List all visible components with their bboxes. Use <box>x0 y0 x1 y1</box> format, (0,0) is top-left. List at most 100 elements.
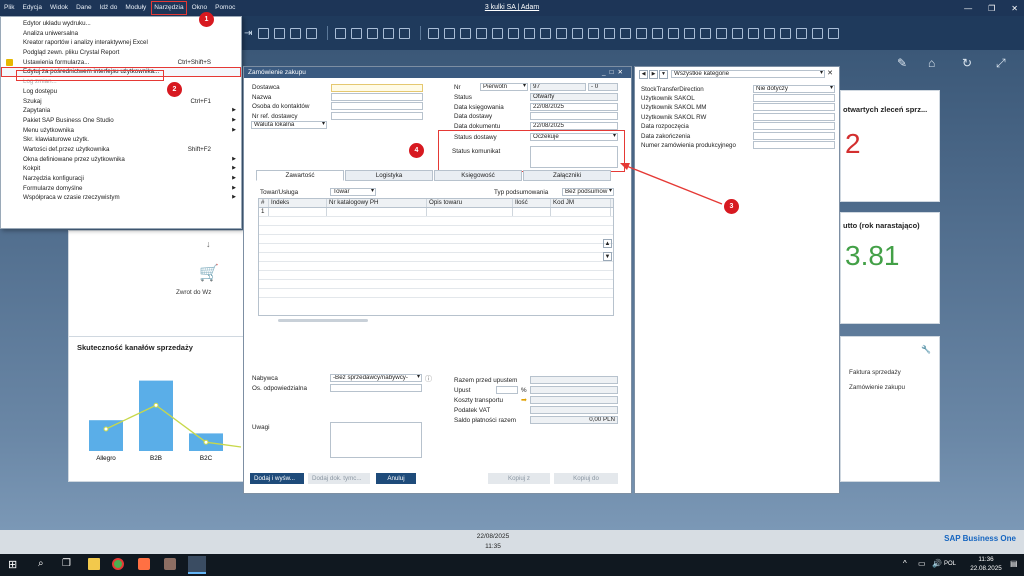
chrome-icon[interactable] <box>112 558 124 570</box>
clock-date[interactable]: 22.08.2025 <box>968 565 1004 572</box>
udf-field[interactable] <box>753 113 835 121</box>
toolbar-btn-icon[interactable] <box>508 27 520 39</box>
toolbar-btn-icon[interactable] <box>828 27 840 39</box>
toolbar-btn-icon[interactable] <box>796 27 808 39</box>
window-titlebar[interactable]: Zamówienie zakupu _□✕ <box>244 67 631 78</box>
uwagi-textarea[interactable] <box>330 422 422 458</box>
cell[interactable] <box>513 208 551 216</box>
transport-arrow-icon[interactable]: ➡ <box>521 396 527 404</box>
window-controls[interactable]: _□✕ <box>602 67 627 78</box>
toolbar-btn-icon[interactable] <box>335 27 347 39</box>
menu-item-excel-report[interactable]: Kreator raportów i analizy interaktywnej… <box>1 38 241 48</box>
item-type-select[interactable]: Towar <box>330 188 376 196</box>
clock-time[interactable]: 11:36 <box>968 556 1004 563</box>
udf-field[interactable] <box>753 94 835 102</box>
toolbar-btn-icon[interactable] <box>351 27 363 39</box>
menu-item-user-menu[interactable]: Menu użytkownika ▶ <box>1 126 241 136</box>
table-row[interactable] <box>259 226 613 235</box>
table-row[interactable] <box>259 244 613 253</box>
volume-icon[interactable]: 🔊 <box>932 559 942 568</box>
toolbar-btn-icon[interactable] <box>620 27 632 39</box>
toolbar-btn-icon[interactable] <box>748 27 760 39</box>
data-dokumentu-field[interactable]: 22/08/2025 <box>530 122 618 130</box>
toolbar-btn-icon[interactable] <box>399 27 411 39</box>
copy-to-button[interactable]: Kopiuj do <box>554 473 618 484</box>
table-row[interactable] <box>259 262 613 271</box>
add-draft-button[interactable]: Dodaj dok. tymc... <box>308 473 370 484</box>
dostawca-field[interactable] <box>331 84 423 92</box>
menu-moduly[interactable]: Moduły <box>121 0 150 16</box>
sap-taskbar-icon[interactable] <box>188 556 206 574</box>
table-row[interactable] <box>259 280 613 289</box>
menu-edycja[interactable]: Edycja <box>18 0 46 16</box>
menu-item-keyboard-shortcuts[interactable]: Skr. klawiaturowe użytk. <box>1 135 241 145</box>
windows-start-icon[interactable]: ⊞ <box>8 558 17 571</box>
col-kod-jm[interactable]: Kod JM <box>551 199 611 207</box>
toolbar-arrow-icon[interactable]: ⇥ <box>244 28 252 39</box>
toolbar-btn-icon[interactable] <box>780 27 792 39</box>
menu-item-cockpit[interactable]: Kokpit ▶ <box>1 164 241 174</box>
toolbar-btn-icon[interactable] <box>290 27 302 39</box>
app-icon[interactable] <box>164 558 176 570</box>
table-row[interactable] <box>259 289 613 298</box>
toolbar-btn-icon[interactable] <box>684 27 696 39</box>
menu-item-queries[interactable]: Zapytania ▶ <box>1 106 241 116</box>
tab-zawartosc[interactable]: Zawartość <box>256 170 344 181</box>
tab-ksiegowosc[interactable]: Księgowość <box>434 170 522 181</box>
app-icon[interactable] <box>138 558 150 570</box>
category-select[interactable]: Wszystkie kategorie <box>671 70 825 78</box>
stock-transfer-select[interactable]: Nie dotyczy <box>753 85 835 93</box>
menu-item-access-log[interactable]: Log dostępu <box>1 87 241 97</box>
toolbar-btn-icon[interactable] <box>764 27 776 39</box>
udf-field[interactable] <box>753 103 835 111</box>
menu-item-form-settings[interactable]: Ustawienia formularza... Ctrl+Shift+S <box>1 58 241 68</box>
close-icon[interactable]: ✕ <box>827 69 833 77</box>
toolbar-btn-icon[interactable] <box>383 27 395 39</box>
menu-item-realtime-collab[interactable]: Współpraca w czasie rzeczywistym ▶ <box>1 193 241 203</box>
upust-field[interactable] <box>496 386 518 394</box>
menu-narzedzia[interactable]: Narzędzia <box>150 0 187 16</box>
expand-icon[interactable]: ⤢ <box>996 56 1006 71</box>
horizontal-scrollbar[interactable] <box>278 319 368 322</box>
table-row[interactable] <box>259 235 613 244</box>
move-up-icon[interactable]: ▲ <box>603 239 612 248</box>
notification-icon[interactable]: ▤ <box>1010 559 1018 568</box>
toolbar-btn-icon[interactable] <box>367 27 379 39</box>
status-komunikat-field[interactable] <box>530 146 618 168</box>
tray-icon[interactable]: ⌂ <box>928 56 935 70</box>
toolbar-btn-icon[interactable] <box>572 27 584 39</box>
summary-type-select[interactable]: Bez podsumow <box>562 188 614 196</box>
os-odp-field[interactable] <box>330 384 422 392</box>
col-nr-katalogowy[interactable]: Nr katalogowy PH <box>327 199 427 207</box>
toolbar-btn-icon[interactable] <box>428 27 440 39</box>
nav-last-icon[interactable]: ▼ <box>659 70 668 79</box>
currency-select[interactable]: Waluta lokalna <box>251 121 327 129</box>
menu-item-config-tools[interactable]: Narzędzia konfiguracji ▶ <box>1 174 241 184</box>
nazwa-field[interactable] <box>331 93 423 101</box>
task-view-icon[interactable]: ❐ <box>62 558 71 569</box>
toolbar-btn-icon[interactable] <box>716 27 728 39</box>
shortcut-po[interactable]: Zamówienie zakupu <box>849 384 905 391</box>
search-icon[interactable]: ⌕ <box>38 558 44 569</box>
status-dostawy-select[interactable]: Oczekuje <box>530 133 618 141</box>
tab-zalaczniki[interactable]: Załączniki <box>523 170 611 181</box>
toolbar-btn-icon[interactable] <box>588 27 600 39</box>
menu-item-universal-analysis[interactable]: Analiza uniwersalna <box>1 29 241 39</box>
toolbar-btn-icon[interactable] <box>540 27 552 39</box>
cell[interactable] <box>427 208 513 216</box>
toolbar-btn-icon[interactable] <box>306 27 318 39</box>
menu-pomoc[interactable]: Pomoc <box>211 0 239 16</box>
menu-item-crystal-preview[interactable]: Podgląd zewn. pliku Crystal Report <box>1 48 241 58</box>
toolbar-btn-icon[interactable] <box>460 27 472 39</box>
add-and-view-button[interactable]: Dodaj i wyśw... <box>250 473 304 484</box>
explorer-icon[interactable] <box>88 558 100 570</box>
minimize-icon[interactable]: — <box>964 4 972 13</box>
menu-item-user-values[interactable]: Wartości def.przez użytkownika Shift+F2 <box>1 145 241 155</box>
toolbar-btn-icon[interactable] <box>700 27 712 39</box>
refresh-icon[interactable]: ↻ <box>962 56 972 70</box>
cell[interactable] <box>551 208 611 216</box>
menu-plik[interactable]: Plik <box>0 0 18 16</box>
col-opis[interactable]: Opis towaru <box>427 199 513 207</box>
nr-series-select[interactable]: Pierwotn <box>480 83 528 91</box>
nr-ref-field[interactable] <box>331 112 423 120</box>
